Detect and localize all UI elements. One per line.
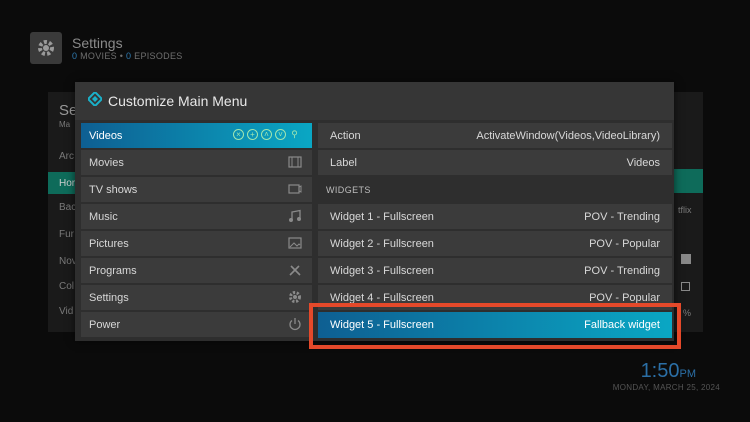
bg-checkbox-checked xyxy=(681,254,691,264)
move-down-icon[interactable]: ˅ xyxy=(275,129,286,140)
bg-side-item: Arc xyxy=(59,151,74,162)
clock: 1:50PM xyxy=(640,360,696,382)
music-note-icon xyxy=(288,209,302,223)
bg-checkbox xyxy=(681,282,690,291)
add-icon[interactable]: + xyxy=(247,129,258,140)
tv-icon xyxy=(288,182,302,196)
bg-right-text: tflix xyxy=(678,205,692,215)
widget-row-2[interactable]: Widget 2 - Fullscreen POV - Popular xyxy=(318,231,672,256)
widgets-section-header: WIDGETS xyxy=(326,184,371,195)
bg-side-item: Fur xyxy=(59,229,74,240)
remove-icon[interactable]: × xyxy=(233,129,244,140)
menu-item-label: Videos xyxy=(89,129,123,142)
menu-item-tv-shows[interactable]: TV shows xyxy=(81,177,312,202)
menu-item-power[interactable]: Power xyxy=(81,312,312,337)
dialog-title: Customize Main Menu xyxy=(108,93,248,109)
bg-side-item: Col xyxy=(59,281,75,292)
widget-name: Widget 4 - Fullscreen xyxy=(330,291,434,304)
move-up-icon[interactable]: ˄ xyxy=(261,129,272,140)
widget-name: Widget 1 - Fullscreen xyxy=(330,210,434,223)
settings-gear-icon xyxy=(30,32,62,64)
action-row[interactable]: Action ActivateWindow(Videos,VideoLibrar… xyxy=(318,123,672,148)
background-selected-row-right xyxy=(673,169,703,193)
settings-subtitle: 0 MOVIES • 0 EPISODES xyxy=(72,51,183,61)
label-label: Label xyxy=(330,156,357,169)
bg-side-item: Vid xyxy=(59,306,74,317)
tools-icon xyxy=(288,263,302,277)
gear-icon xyxy=(288,290,302,304)
skin-logo-icon xyxy=(86,90,104,111)
menu-items-list: Videos × + ˄ ˅ ⚲ Movies TV shows Music P… xyxy=(81,123,312,339)
menu-item-label: Power xyxy=(89,318,121,331)
widget-row-1[interactable]: Widget 1 - Fullscreen POV - Trending xyxy=(318,204,672,229)
action-label: Action xyxy=(330,129,361,142)
widget-value: POV - Popular xyxy=(589,237,660,250)
item-controls: × + ˄ ˅ ⚲ xyxy=(233,129,300,140)
widget-row-3[interactable]: Widget 3 - Fullscreen POV - Trending xyxy=(318,258,672,283)
widget-value: POV - Trending xyxy=(584,264,660,277)
menu-item-label: Programs xyxy=(89,264,137,277)
menu-item-label: TV shows xyxy=(89,183,138,196)
menu-item-label: Music xyxy=(89,210,118,223)
menu-item-movies[interactable]: Movies xyxy=(81,150,312,175)
menu-item-label: Pictures xyxy=(89,237,129,250)
menu-item-label: Settings xyxy=(89,291,129,304)
menu-item-settings[interactable]: Settings xyxy=(81,285,312,310)
widget-name: Widget 3 - Fullscreen xyxy=(330,264,434,277)
power-icon xyxy=(288,317,302,331)
bg-side-item: Ma xyxy=(59,120,71,129)
date: MONDAY, MARCH 25, 2024 xyxy=(612,383,720,392)
annotation-highlight-box xyxy=(309,303,681,349)
reset-icon[interactable]: ⚲ xyxy=(289,129,300,140)
widget-name: Widget 2 - Fullscreen xyxy=(330,237,434,250)
menu-item-music[interactable]: Music xyxy=(81,204,312,229)
dialog-header: Customize Main Menu xyxy=(75,82,674,120)
widget-value: POV - Trending xyxy=(584,210,660,223)
label-row[interactable]: Label Videos xyxy=(318,150,672,175)
menu-item-programs[interactable]: Programs xyxy=(81,258,312,283)
bg-side-item: Hor xyxy=(59,178,76,189)
menu-item-videos[interactable]: Videos × + ˄ ˅ ⚲ xyxy=(81,123,312,148)
menu-item-label: Movies xyxy=(89,156,124,169)
bg-right-text: % xyxy=(683,308,692,318)
picture-icon xyxy=(288,236,302,250)
menu-item-pictures[interactable]: Pictures xyxy=(81,231,312,256)
settings-header: Settings 0 MOVIES • 0 EPISODES xyxy=(30,32,183,64)
settings-title: Settings xyxy=(72,35,123,51)
action-value: ActivateWindow(Videos,VideoLibrary) xyxy=(476,129,660,142)
film-icon xyxy=(288,155,302,169)
widget-value: POV - Popular xyxy=(589,291,660,304)
bg-side-item: Bac xyxy=(59,202,77,213)
label-value: Videos xyxy=(626,156,660,169)
